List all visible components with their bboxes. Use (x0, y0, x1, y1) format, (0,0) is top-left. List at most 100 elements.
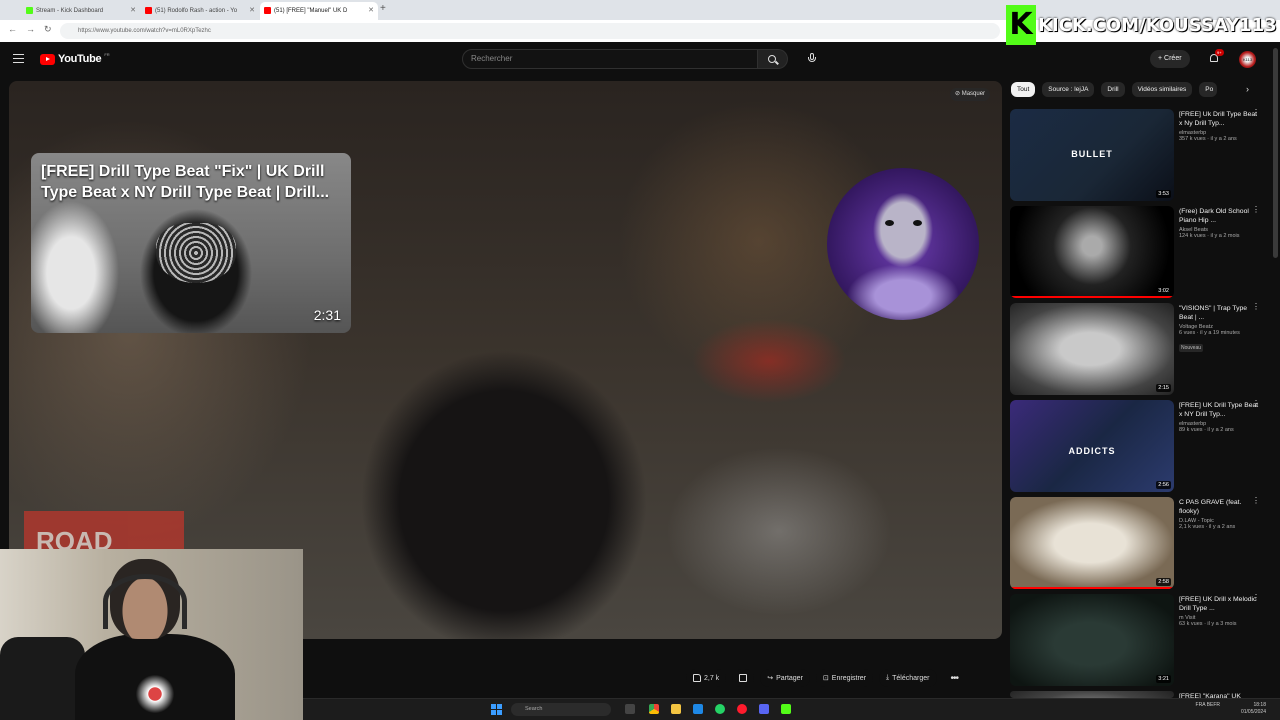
recommendation-item[interactable]: 3:21 [FREE] UK Drill x Melodic Drill Typ… (1010, 594, 1270, 686)
filter-chips: Tout Source : lejJA Drill Vidéos similai… (1011, 82, 1218, 98)
close-tab-icon[interactable]: ✕ (130, 2, 136, 20)
close-tab-icon[interactable]: ✕ (249, 2, 255, 20)
logo-text: YouTube (58, 53, 102, 65)
video-title[interactable]: [FREE] Uk Drill Type Beat x Ny Drill Typ… (1179, 110, 1261, 128)
recommendation-item[interactable]: [FREE] "Karana" UK (1010, 691, 1270, 700)
headset-icon (103, 574, 187, 629)
chip-more[interactable]: Po (1199, 82, 1218, 97)
chip-similar[interactable]: Vidéos similaires (1131, 82, 1193, 97)
video-meta: 124 k vues · il y a 2 mois (1179, 233, 1240, 239)
video-thumbnail: 3:21 (1010, 594, 1174, 686)
menu-icon[interactable] (13, 54, 24, 63)
recommendation-item[interactable]: 2:15 "VISIONS" | Trap Type Beat | ... Vol… (1010, 303, 1270, 395)
video-meta: 63 k vues · il y a 3 mois (1179, 621, 1237, 627)
search-input[interactable]: Rechercher (462, 49, 758, 69)
download-icon: ⤓ (886, 674, 890, 681)
share-button[interactable]: ↪ Partager (760, 669, 810, 687)
browser-tab-kick[interactable]: Stream - Kick Dashboard ✕ (22, 2, 140, 20)
gaming-chair (0, 637, 85, 720)
more-actions-icon[interactable]: ••• (951, 673, 959, 684)
new-tab-icon[interactable]: + (380, 3, 386, 14)
more-options-icon[interactable]: ⋮ (1252, 594, 1260, 602)
clock[interactable]: 18:18 01/05/2024 (1241, 702, 1266, 716)
folder-icon[interactable] (671, 704, 681, 714)
streamer-webcam (0, 549, 303, 720)
avatar[interactable]: K113 (1239, 51, 1256, 68)
hide-label: Masquer (961, 91, 986, 97)
back-icon[interactable]: ← (8, 24, 17, 34)
avatar-text: K113 (1243, 57, 1253, 62)
recommendation-item[interactable]: 2:58 C PAS GRAVE (feat. flooky) D.LAW - T… (1010, 497, 1270, 589)
reload-icon[interactable]: ↻ (44, 24, 52, 35)
video-title[interactable]: C PAS GRAVE (feat. flooky) (1179, 498, 1261, 516)
like-count: 2,7 k (704, 674, 720, 682)
whatsapp-icon[interactable] (715, 704, 725, 714)
duration-badge: 3:02 (1156, 287, 1171, 295)
video-meta: 6 vues · il y a 19 minutes (1179, 330, 1240, 336)
download-button[interactable]: ⤓ Télécharger (879, 669, 937, 687)
chevron-right-icon[interactable]: › (1246, 84, 1249, 94)
more-options-icon[interactable]: ⋮ (1252, 497, 1260, 505)
kick-app-icon[interactable] (781, 704, 791, 714)
browser-tab-youtube-active[interactable]: (51) [FREE] "Manuel" UK D ✕ (260, 2, 378, 20)
url-field[interactable]: https://www.youtube.com/watch?v=mL0RXpTe… (60, 23, 1000, 39)
recommendation-item[interactable]: 3:02 (Free) Dark Old School Piano Hip ..… (1010, 206, 1270, 298)
chip-all[interactable]: Tout (1011, 82, 1036, 97)
eye-slash-icon: ⊘ (955, 91, 962, 97)
tab-label: (51) [FREE] "Manuel" UK D (274, 8, 348, 14)
thumbs-down-icon (739, 674, 748, 682)
video-title[interactable]: "VISIONS" | Trap Type Beat | ... (1179, 304, 1261, 322)
duration-badge: 2:15 (1156, 384, 1171, 392)
duration-badge: 2:58 (1156, 578, 1171, 586)
youtube-logo[interactable]: YouTube FR (40, 52, 110, 65)
save-label: Enregistrer (831, 674, 867, 682)
close-tab-icon[interactable]: ✕ (368, 2, 374, 20)
opera-icon[interactable] (737, 704, 747, 714)
video-title[interactable]: [FREE] UK Drill x Melodic Drill Type ... (1179, 595, 1261, 613)
video-thumbnail: BULLET 3:53 (1010, 109, 1174, 201)
taskbar-search[interactable]: Search (511, 703, 611, 716)
kick-stream-overlay: K KICK.COM/KOUSSAY113 (1006, 4, 1278, 46)
discord-icon[interactable] (759, 704, 769, 714)
video-meta: 357 k vues · il y a 2 ans (1179, 136, 1237, 142)
chip-source[interactable]: Source : lejJA (1042, 82, 1095, 97)
video-thumbnail: 3:02 (1010, 206, 1174, 298)
save-button[interactable]: ⊡ Enregistrer (815, 669, 874, 687)
browser-tab-youtube-1[interactable]: (51) Rodolfo Rash - action - Yo ✕ (141, 2, 259, 20)
video-preview-card[interactable]: [FREE] Drill Type Beat "Fix" | UK Drill … (31, 153, 351, 333)
windows-taskbar: Search FRA BEFR 18:18 01/05/2024 (303, 698, 1280, 720)
create-button[interactable]: + Créer (1150, 50, 1190, 68)
voice-search-icon[interactable] (804, 50, 820, 66)
video-title[interactable]: [FREE] UK Drill Type Beat x NY Drill Typ… (1179, 401, 1261, 419)
windows-start-icon[interactable] (491, 704, 502, 715)
language-indicator[interactable]: FRA BEFR (1196, 702, 1220, 709)
tab-label: Stream - Kick Dashboard (36, 8, 104, 14)
preview-duration: 2:31 (313, 307, 341, 323)
more-options-icon[interactable]: ⋮ (1252, 303, 1260, 311)
recommendation-item[interactable]: BULLET 3:53 [FREE] Uk Drill Type Beat x N… (1010, 109, 1270, 201)
like-button[interactable]: 2,7 k (686, 669, 727, 687)
youtube-favicon-icon (145, 7, 152, 14)
more-options-icon[interactable]: ⋮ (1252, 109, 1260, 117)
more-options-icon[interactable]: ⋮ (1252, 400, 1260, 408)
video-title[interactable]: (Free) Dark Old School Piano Hip ... (1179, 207, 1261, 225)
duration-badge: 2:56 (1156, 481, 1171, 489)
scrollbar[interactable] (1273, 48, 1278, 258)
more-options-icon[interactable]: ⋮ (1252, 206, 1260, 214)
recommendation-item[interactable]: ADDICTS 2:56 [FREE] UK Drill Type Beat x … (1010, 400, 1270, 492)
video-thumbnail (1010, 691, 1174, 698)
thumbs-up-icon (693, 674, 701, 682)
search-icon (768, 55, 776, 63)
dislike-button[interactable] (732, 669, 755, 687)
forward-icon[interactable]: → (26, 24, 35, 34)
file-explorer-icon[interactable] (625, 704, 635, 714)
chip-drill[interactable]: Drill (1101, 82, 1125, 97)
duration-badge: 3:21 (1156, 675, 1171, 683)
search-button[interactable] (758, 49, 788, 69)
video-meta: 2,1 k vues · il y a 2 ans (1179, 524, 1236, 530)
save-icon: ⊡ (822, 675, 829, 682)
hide-button[interactable]: ⊘ Masquer (950, 88, 991, 101)
chrome-icon[interactable] (649, 704, 659, 714)
thumbnail-text: BULLET (1071, 149, 1113, 159)
store-icon[interactable] (693, 704, 703, 714)
